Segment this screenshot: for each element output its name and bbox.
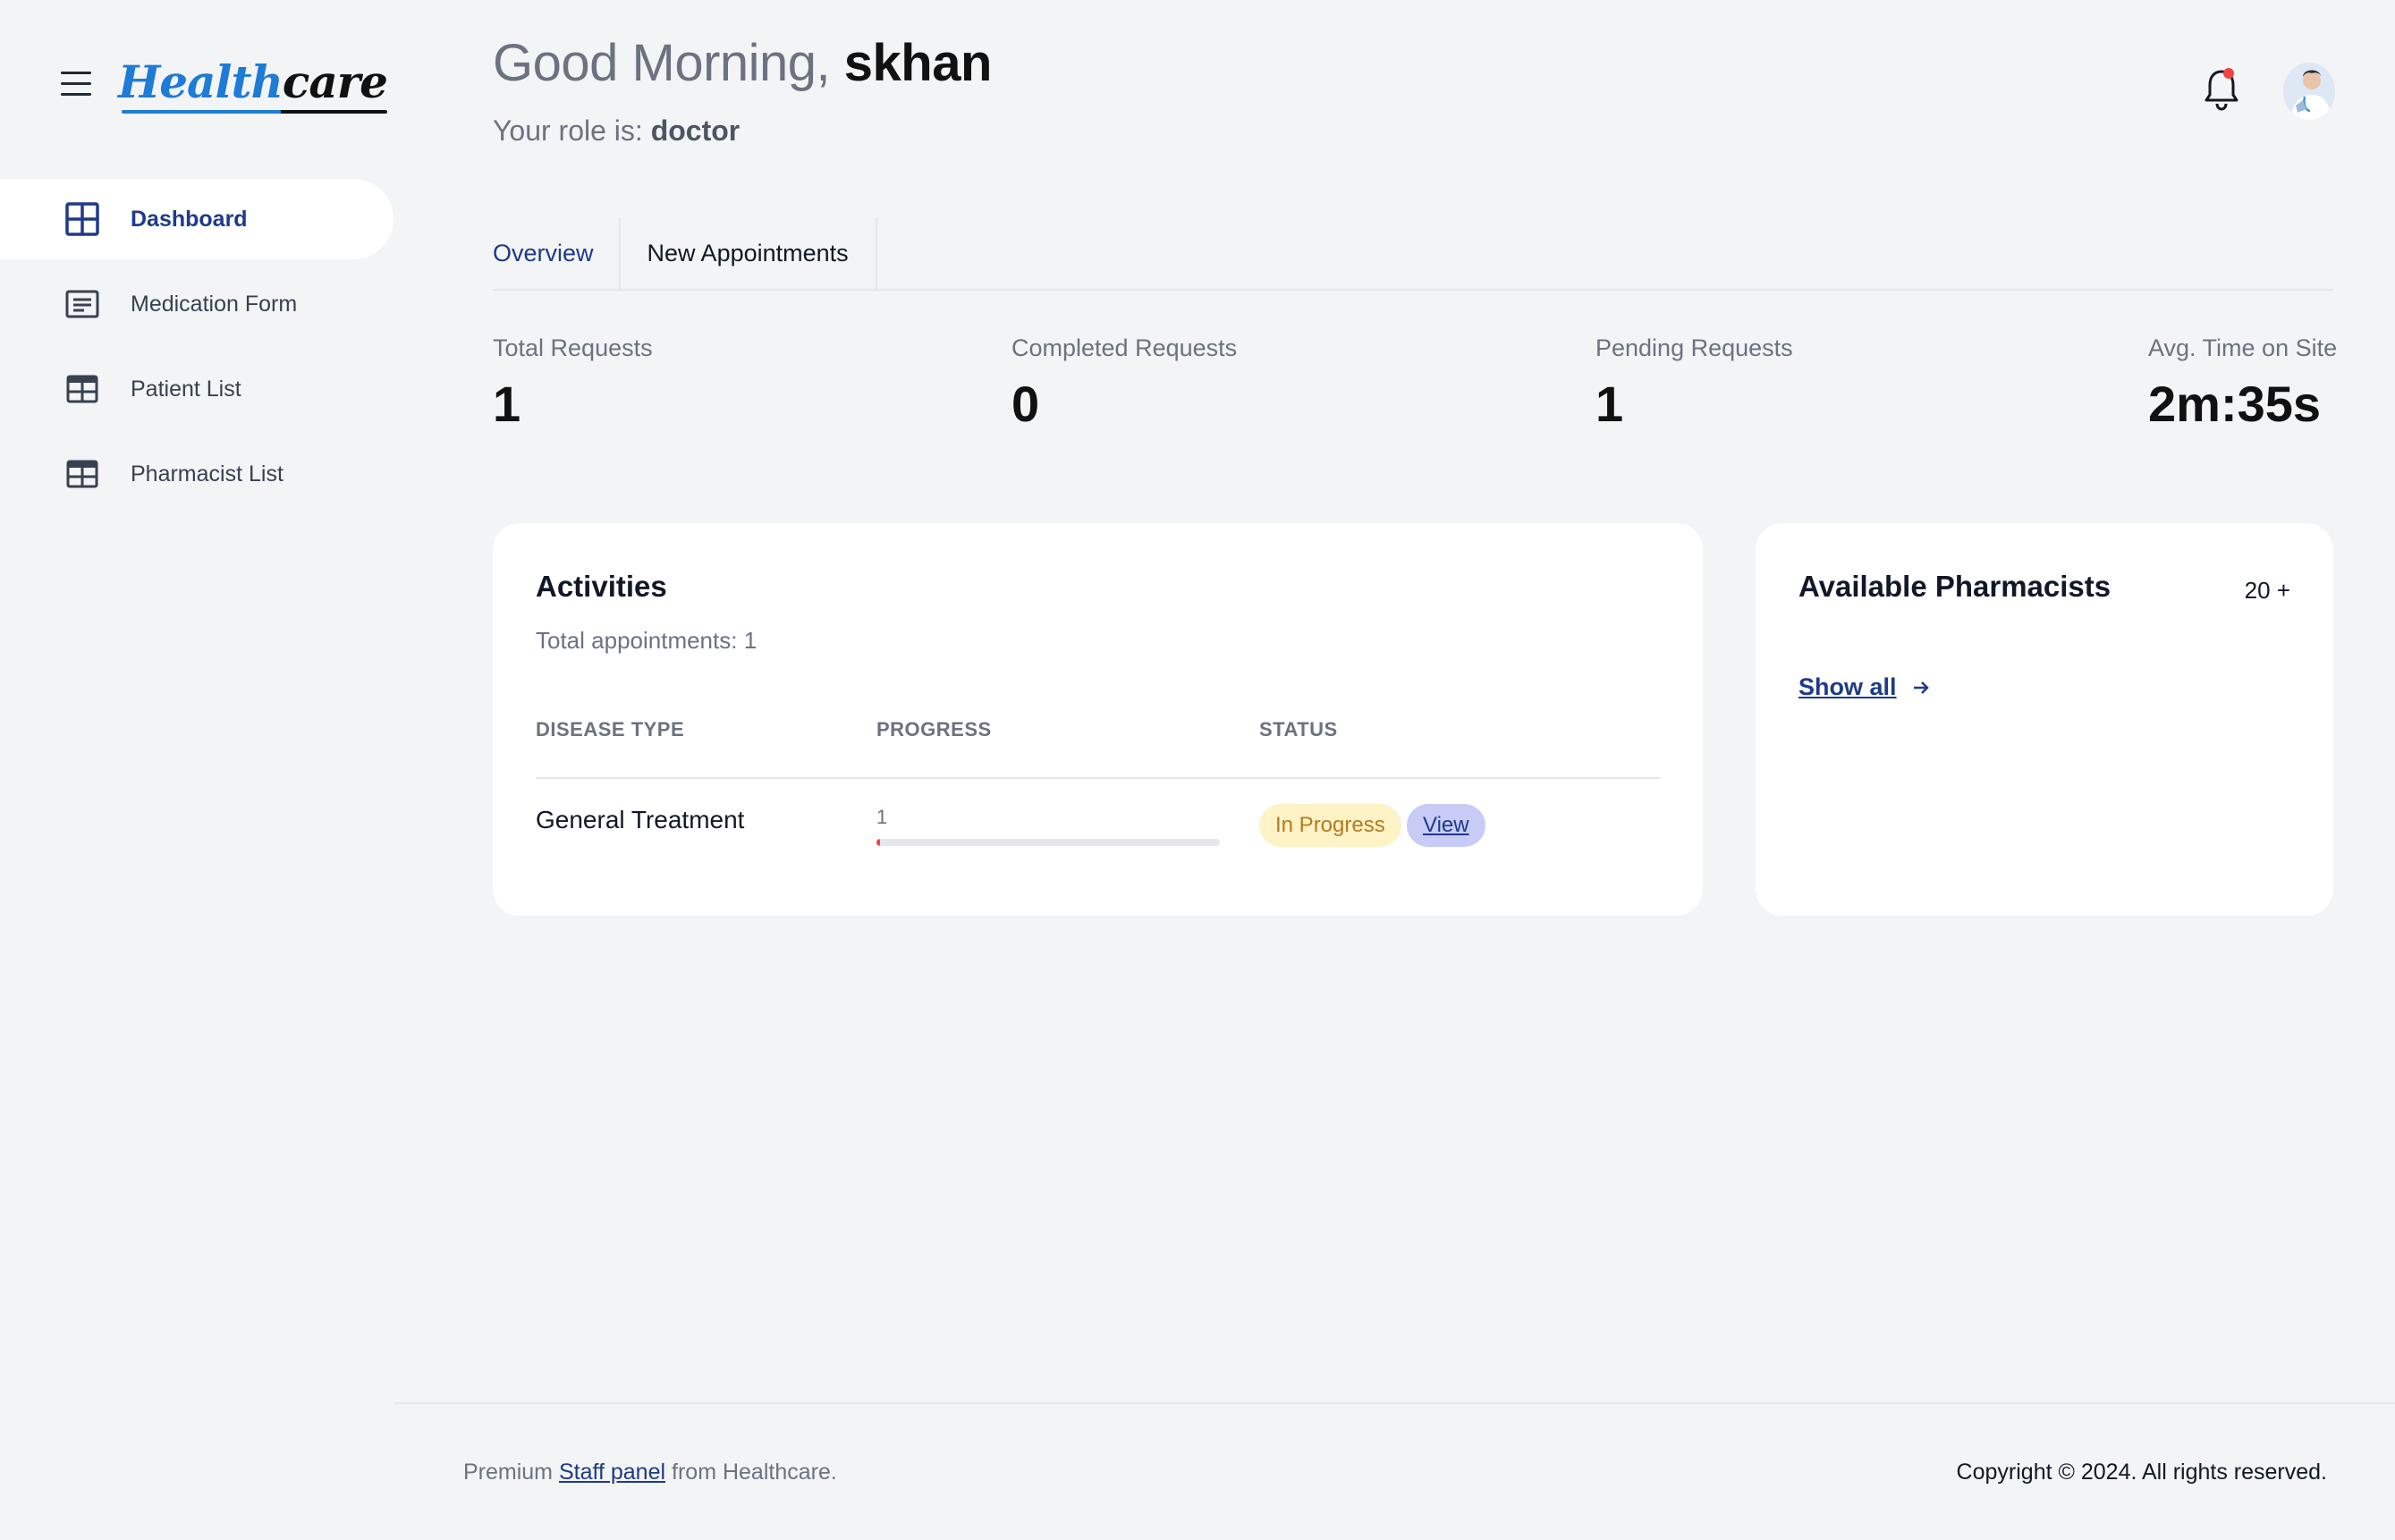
status-badge: In Progress: [1259, 804, 1401, 847]
table-icon: [66, 375, 98, 403]
avatar[interactable]: [2283, 63, 2335, 120]
show-all-link[interactable]: Show all: [1798, 673, 1933, 701]
stat-completed-requests: Completed Requests 0: [1011, 334, 1237, 433]
progress-bar: [876, 839, 1220, 846]
sidebar-item-dashboard[interactable]: Dashboard: [0, 179, 394, 259]
notification-dot: [2223, 68, 2234, 79]
app-root: Healthcare Dashboard Medication Form Pat…: [0, 0, 2395, 1540]
footer-prefix: Premium: [463, 1460, 554, 1485]
role-value: doctor: [650, 114, 741, 147]
greeting-username: skhan: [843, 34, 993, 92]
menu-toggle-icon[interactable]: [61, 72, 91, 97]
stat-value: 2m:35s: [2148, 376, 2322, 432]
show-all-label: Show all: [1798, 673, 1897, 700]
stat-avg-time-on-site: Avg. Time on Site 2m:35s: [2148, 334, 2337, 433]
footer-divider: [394, 1402, 2395, 1404]
stat-label: Avg. Time on Site: [2148, 334, 2338, 361]
sidebar-item-medication-form[interactable]: Medication Form: [0, 264, 394, 344]
role-line: Your role is: doctor: [493, 114, 740, 148]
activities-card: Activities Total appointments: 1 DISEASE…: [493, 523, 1703, 916]
stat-total-requests: Total Requests 1: [493, 334, 653, 433]
greeting-prefix: Good Morning,: [493, 34, 831, 92]
sidebar-item-pharmacist-list[interactable]: Pharmacist List: [0, 434, 394, 514]
view-button[interactable]: View: [1407, 804, 1485, 847]
tab-new-appointments[interactable]: New Appointments: [621, 217, 877, 289]
activities-subtitle: Total appointments: 1: [536, 627, 757, 654]
progress-bar-fill: [876, 839, 880, 846]
footer-copyright: Copyright © 2024. All rights reserved.: [1956, 1460, 2327, 1485]
pharmacists-count: 20 +: [2244, 577, 2290, 604]
column-header-disease-type: DISEASE TYPE: [536, 718, 685, 740]
sidebar-item-label: Dashboard: [131, 206, 248, 232]
arrow-right-icon: [1913, 681, 1929, 694]
staff-panel-link[interactable]: Staff panel: [559, 1460, 665, 1485]
footer-suffix: from Healthcare.: [672, 1460, 837, 1485]
available-pharmacists-card: Available Pharmacists 20 + Show all: [1756, 523, 2333, 916]
progress-value: 1: [876, 806, 888, 828]
stat-pending-requests: Pending Requests 1: [1595, 334, 1793, 433]
sidebar-item-label: Pharmacist List: [131, 461, 284, 487]
healthcare-logo[interactable]: Healthcare: [118, 52, 388, 116]
stat-value: 1: [493, 376, 521, 432]
doctor-avatar-icon: [2283, 63, 2335, 120]
stat-label: Total Requests: [493, 334, 653, 361]
dashboard-grid-icon: [65, 202, 99, 236]
sidebar-item-label: Medication Form: [131, 291, 298, 317]
stat-value: 1: [1595, 376, 1624, 432]
column-header-progress: PROGRESS: [876, 718, 992, 740]
sidebar-item-label: Patient List: [131, 376, 241, 402]
sidebar-item-patient-list[interactable]: Patient List: [0, 349, 394, 429]
activities-title: Activities: [536, 570, 667, 603]
form-icon: [65, 290, 99, 318]
role-prefix: Your role is:: [493, 114, 643, 147]
sidebar-nav: Dashboard Medication Form Patient List P…: [0, 179, 394, 519]
column-header-status: STATUS: [1259, 718, 1338, 740]
tab-overview[interactable]: Overview: [493, 217, 621, 289]
dashboard-tabs: Overview New Appointments: [493, 217, 2333, 291]
logo-wordmark: Healthcare: [118, 55, 388, 114]
table-icon: [66, 460, 98, 488]
notification-bell-icon[interactable]: [2202, 66, 2241, 113]
footer-credit: Premium Staff panel from Healthcare.: [463, 1460, 837, 1485]
stat-value: 0: [1011, 376, 1040, 432]
stat-label: Completed Requests: [1011, 334, 1238, 361]
pharmacists-title: Available Pharmacists: [1798, 570, 2111, 603]
table-divider: [536, 777, 1660, 779]
page-greeting: Good Morning, skhan: [493, 30, 992, 97]
stat-label: Pending Requests: [1595, 334, 1793, 361]
sidebar: Healthcare Dashboard Medication Form Pat…: [0, 0, 394, 1540]
disease-type-cell: General Treatment: [536, 806, 745, 833]
